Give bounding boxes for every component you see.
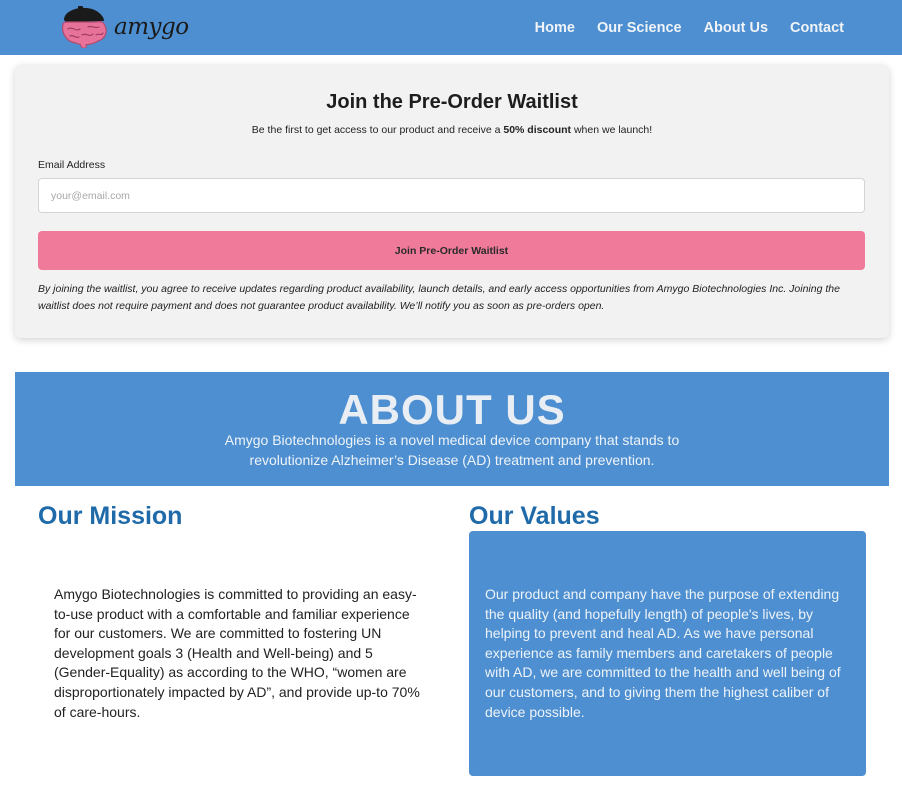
email-label: Email Address (38, 159, 106, 171)
values-title: Our Values (469, 502, 600, 530)
discount-highlight: 50% discount (503, 124, 572, 136)
waitlist-title: Join the Pre-Order Waitlist (326, 91, 578, 113)
nav-home[interactable]: Home (535, 20, 575, 36)
nav-our-science[interactable]: Our Science (597, 20, 682, 36)
join-waitlist-button[interactable]: Join Pre-Order Waitlist (38, 231, 865, 270)
brain-with-cap-icon (58, 2, 112, 53)
main-nav: Home Our Science About Us Contact (513, 0, 844, 55)
subtitle-text-before: Be the first to get access to our produc… (251, 124, 504, 136)
waitlist-subtitle: Be the first to get access to our produc… (15, 124, 889, 136)
mission-text: Amygo Biotechnologies is committed to pr… (54, 586, 420, 720)
waitlist-card: Join the Pre-Order Waitlist Be the first… (15, 65, 889, 338)
nav-about-us[interactable]: About Us (704, 20, 768, 36)
email-input[interactable] (38, 178, 865, 213)
top-navbar: amygo Home Our Science About Us Contact (0, 0, 902, 55)
nav-contact[interactable]: Contact (790, 20, 844, 36)
about-us-title: ABOUT US (338, 386, 566, 433)
mission-title: Our Mission (38, 502, 183, 530)
values-box: Our product and company have the purpose… (469, 531, 866, 776)
about-us-banner: ABOUT US Amygo Biotechnologies is a nove… (15, 372, 889, 486)
waitlist-disclaimer: By joining the waitlist, you agree to re… (38, 283, 840, 312)
values-text: Our product and company have the purpose… (485, 586, 841, 720)
brand-name: amygo (114, 14, 189, 40)
subtitle-text-after: when we launch! (571, 124, 653, 136)
brand-logo[interactable]: amygo (58, 2, 189, 53)
about-us-description: Amygo Biotechnologies is a novel medical… (224, 432, 680, 468)
